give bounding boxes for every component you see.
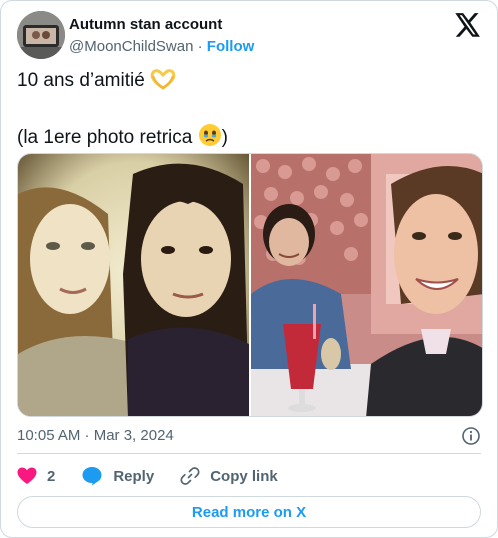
photo-1[interactable] [18,154,249,416]
like-count: 2 [47,467,56,485]
heart-icon [17,467,37,484]
meta-row: 10:05 AM · Mar 3, 2024 [17,426,481,446]
tweet-line-2-text: (la 1ere photo retrica [17,127,193,148]
tweet-line-2: (la 1ere photo retrica ) [17,123,483,156]
link-icon [180,467,200,485]
like-button[interactable]: 2 [17,467,55,485]
tweet-header: Autumn stan account @MoonChildSwan · Fol… [17,11,481,59]
tweet-line-1-text: 10 ans d’amitié [17,70,145,91]
divider [17,453,481,454]
heart-hands-emoji-icon [150,68,176,99]
tweet-card: Autumn stan account @MoonChildSwan · Fol… [0,0,498,538]
tweet-text: 10 ans d’amitié (la 1ere photo retrica) [17,67,483,156]
handle[interactable]: @MoonChildSwan [69,38,193,55]
x-logo-icon[interactable] [455,13,481,37]
action-bar: 2 Reply Copy link [17,463,481,489]
tweet-line-1: 10 ans d’amitié [17,67,483,99]
separator: · [197,38,203,55]
follow-link[interactable]: Follow [207,38,255,55]
author-block: Autumn stan account @MoonChildSwan · Fol… [69,15,254,57]
photo-2[interactable] [251,154,482,416]
tweet-line-2-suffix: ) [221,127,228,148]
face-holding-back-tears-emoji-icon [198,123,222,156]
speech-bubble-icon [82,467,102,486]
copy-link-button[interactable]: Copy link [180,466,278,486]
reply-label: Reply [113,467,155,485]
media-grid[interactable] [17,153,483,417]
display-name[interactable]: Autumn stan account [69,15,254,35]
timestamp[interactable]: 10:05 AM · Mar 3, 2024 [17,427,174,444]
handle-row: @MoonChildSwan · Follow [69,37,254,57]
read-more-button[interactable]: Read more on X [17,496,481,528]
avatar[interactable] [17,11,65,59]
reply-button[interactable]: Reply [81,466,154,486]
info-icon[interactable] [461,426,481,446]
copy-link-label: Copy link [210,467,278,485]
